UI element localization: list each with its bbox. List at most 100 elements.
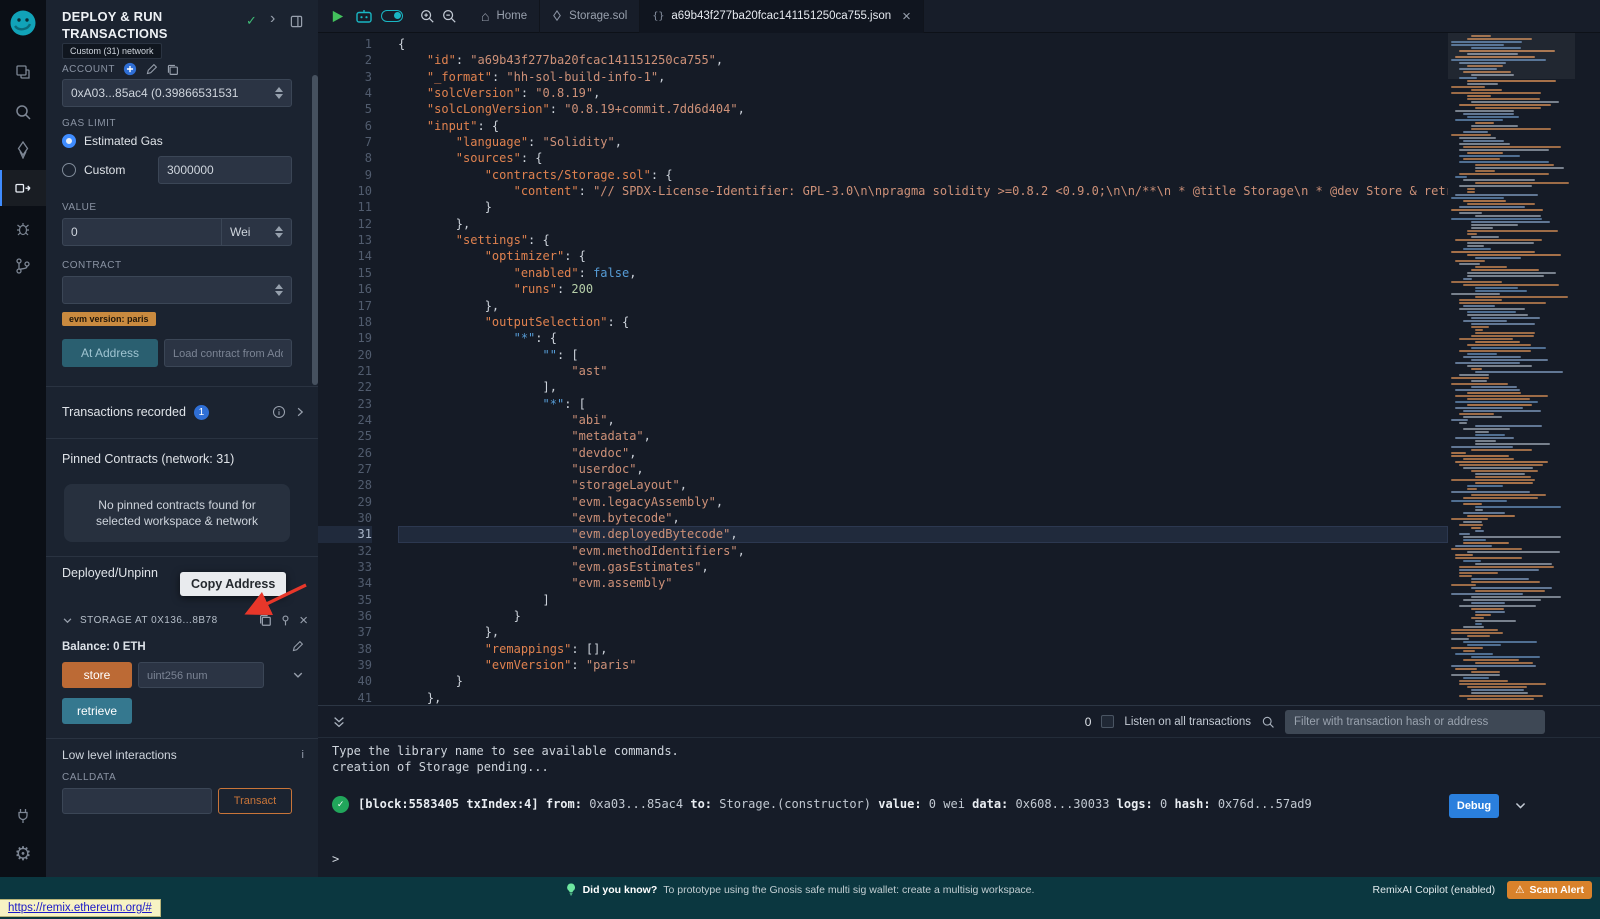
file-explorer-icon[interactable] xyxy=(0,54,46,90)
expand-args-chevron-icon[interactable] xyxy=(292,669,304,681)
retrieve-button[interactable]: retrieve xyxy=(62,698,132,724)
account-stepper[interactable] xyxy=(269,87,283,99)
terminal-count-badge: 0 xyxy=(1085,715,1092,729)
scam-alert-button[interactable]: ⚠ Scam Alert xyxy=(1507,881,1592,899)
terminal-search-icon[interactable] xyxy=(1261,715,1275,729)
zoom-in-icon[interactable] xyxy=(419,0,435,33)
git-icon[interactable] xyxy=(0,248,46,284)
minimap-line xyxy=(1471,224,1518,226)
minimap-line xyxy=(1463,179,1535,181)
transactions-recorded-row[interactable]: Transactions recorded 1 xyxy=(62,399,306,425)
minimap-line xyxy=(1475,215,1541,217)
panel-chevron-icon[interactable]: › xyxy=(270,10,275,28)
remix-logo-icon[interactable] xyxy=(8,8,38,38)
minimap-line xyxy=(1451,647,1483,649)
code-line: "evm.methodIdentifiers", xyxy=(398,543,1448,559)
minimap-line xyxy=(1467,365,1532,367)
copy-account-icon[interactable] xyxy=(166,63,179,76)
line-number: 36 xyxy=(318,608,372,624)
value-input[interactable] xyxy=(71,225,213,239)
run-script-icon[interactable] xyxy=(330,0,345,33)
calldata-input[interactable] xyxy=(71,794,203,808)
minimap-line xyxy=(1459,464,1543,466)
line-number: 1 xyxy=(318,36,372,52)
minimap-line xyxy=(1459,413,1494,415)
edit-balance-icon[interactable] xyxy=(291,640,304,653)
at-address-button[interactable]: At Address xyxy=(62,339,158,367)
minimap-line xyxy=(1471,671,1500,673)
minimap-line xyxy=(1455,119,1503,121)
terminal-content[interactable]: Type the library name to see available c… xyxy=(318,738,1600,877)
filter-input[interactable] xyxy=(1285,710,1545,734)
transaction-result-row[interactable]: ✓ [block:5583405 txIndex:4] from: 0xa03.… xyxy=(332,796,1312,813)
editor-code[interactable]: { "id": "a69b43f277ba20fcac141151250ca75… xyxy=(392,33,1448,705)
line-number: 16 xyxy=(318,281,372,297)
minimap-line xyxy=(1459,299,1502,301)
debug-button[interactable]: Debug xyxy=(1449,794,1499,818)
balance-row: Balance: 0 ETH xyxy=(62,640,304,653)
expand-transactions-icon[interactable] xyxy=(294,406,306,418)
account-label: ACCOUNT xyxy=(62,64,115,75)
minimap-line xyxy=(1471,323,1535,325)
contract-select[interactable] xyxy=(62,276,292,304)
tab-build-info-json[interactable]: {} a69b43f277ba20fcac141151250ca755.json… xyxy=(640,0,924,33)
account-select[interactable]: 0xA03...85ac4 (0.39866531531 xyxy=(62,79,292,107)
contract-stepper[interactable] xyxy=(269,284,283,296)
store-arg-input[interactable] xyxy=(147,668,255,682)
deploy-run-icon[interactable] xyxy=(0,170,46,206)
solidity-compiler-icon[interactable] xyxy=(0,132,46,168)
pin-panel-icon[interactable] xyxy=(290,15,303,28)
info-icon[interactable] xyxy=(272,405,286,419)
minimap-line xyxy=(1471,227,1493,229)
tab-storage-sol[interactable]: Storage.sol xyxy=(540,0,640,33)
divider xyxy=(46,438,318,439)
terminal-prompt[interactable]: > xyxy=(332,852,339,867)
zoom-out-icon[interactable] xyxy=(441,0,457,33)
chevron-down-icon[interactable] xyxy=(62,615,73,626)
code-editor[interactable]: 1234567891011121314151617181920212223242… xyxy=(318,33,1600,705)
minimap[interactable] xyxy=(1448,33,1575,705)
expand-terminal-icon[interactable] xyxy=(332,715,346,729)
estimated-gas-radio[interactable] xyxy=(62,134,76,148)
minimap-line xyxy=(1467,242,1534,244)
code-line: "outputSelection": { xyxy=(398,314,1448,330)
minimap-line xyxy=(1463,131,1488,133)
search-icon[interactable] xyxy=(0,94,46,130)
minimap-line xyxy=(1471,449,1532,451)
add-account-icon[interactable] xyxy=(123,62,137,76)
expand-tx-chevron-icon[interactable] xyxy=(1514,799,1527,812)
low-level-info-icon[interactable]: i xyxy=(302,749,304,761)
code-line: "solcVersion": "0.8.19", xyxy=(398,85,1448,101)
settings-icon[interactable]: ⚙ xyxy=(0,836,46,872)
debugger-icon[interactable] xyxy=(0,210,46,246)
minimap-line xyxy=(1475,296,1568,298)
line-number: 21 xyxy=(318,363,372,379)
value-unit-select[interactable]: Wei xyxy=(222,218,292,246)
minimap-line xyxy=(1475,371,1563,373)
value-unit-stepper[interactable] xyxy=(269,226,283,238)
minimap-line xyxy=(1467,314,1528,316)
custom-gas-radio[interactable] xyxy=(62,163,76,177)
minimap-line xyxy=(1451,632,1503,634)
close-tab-icon[interactable]: × xyxy=(902,9,911,24)
transact-button[interactable]: Transact xyxy=(218,788,292,814)
minimap-line xyxy=(1463,497,1538,499)
listen-checkbox[interactable] xyxy=(1101,715,1114,728)
edit-account-icon[interactable] xyxy=(145,63,158,76)
minimap-line xyxy=(1471,236,1499,238)
minimap-line xyxy=(1459,104,1551,106)
custom-gas-input[interactable] xyxy=(167,163,283,177)
copilot-toggle[interactable] xyxy=(381,0,403,33)
remixai-icon[interactable] xyxy=(355,0,373,33)
store-button[interactable]: store xyxy=(62,662,132,688)
plugin-manager-icon[interactable] xyxy=(0,798,46,834)
panel-scrollbar[interactable] xyxy=(312,75,318,385)
minimap-line xyxy=(1467,698,1534,700)
estimated-gas-row: Estimated Gas xyxy=(62,134,163,148)
minimap-line xyxy=(1455,545,1492,547)
at-address-input-wrap xyxy=(164,339,292,367)
line-number: 7 xyxy=(318,134,372,150)
at-address-input[interactable] xyxy=(173,346,283,360)
tab-home[interactable]: ⌂ Home xyxy=(469,0,540,33)
minimap-line xyxy=(1451,518,1488,520)
